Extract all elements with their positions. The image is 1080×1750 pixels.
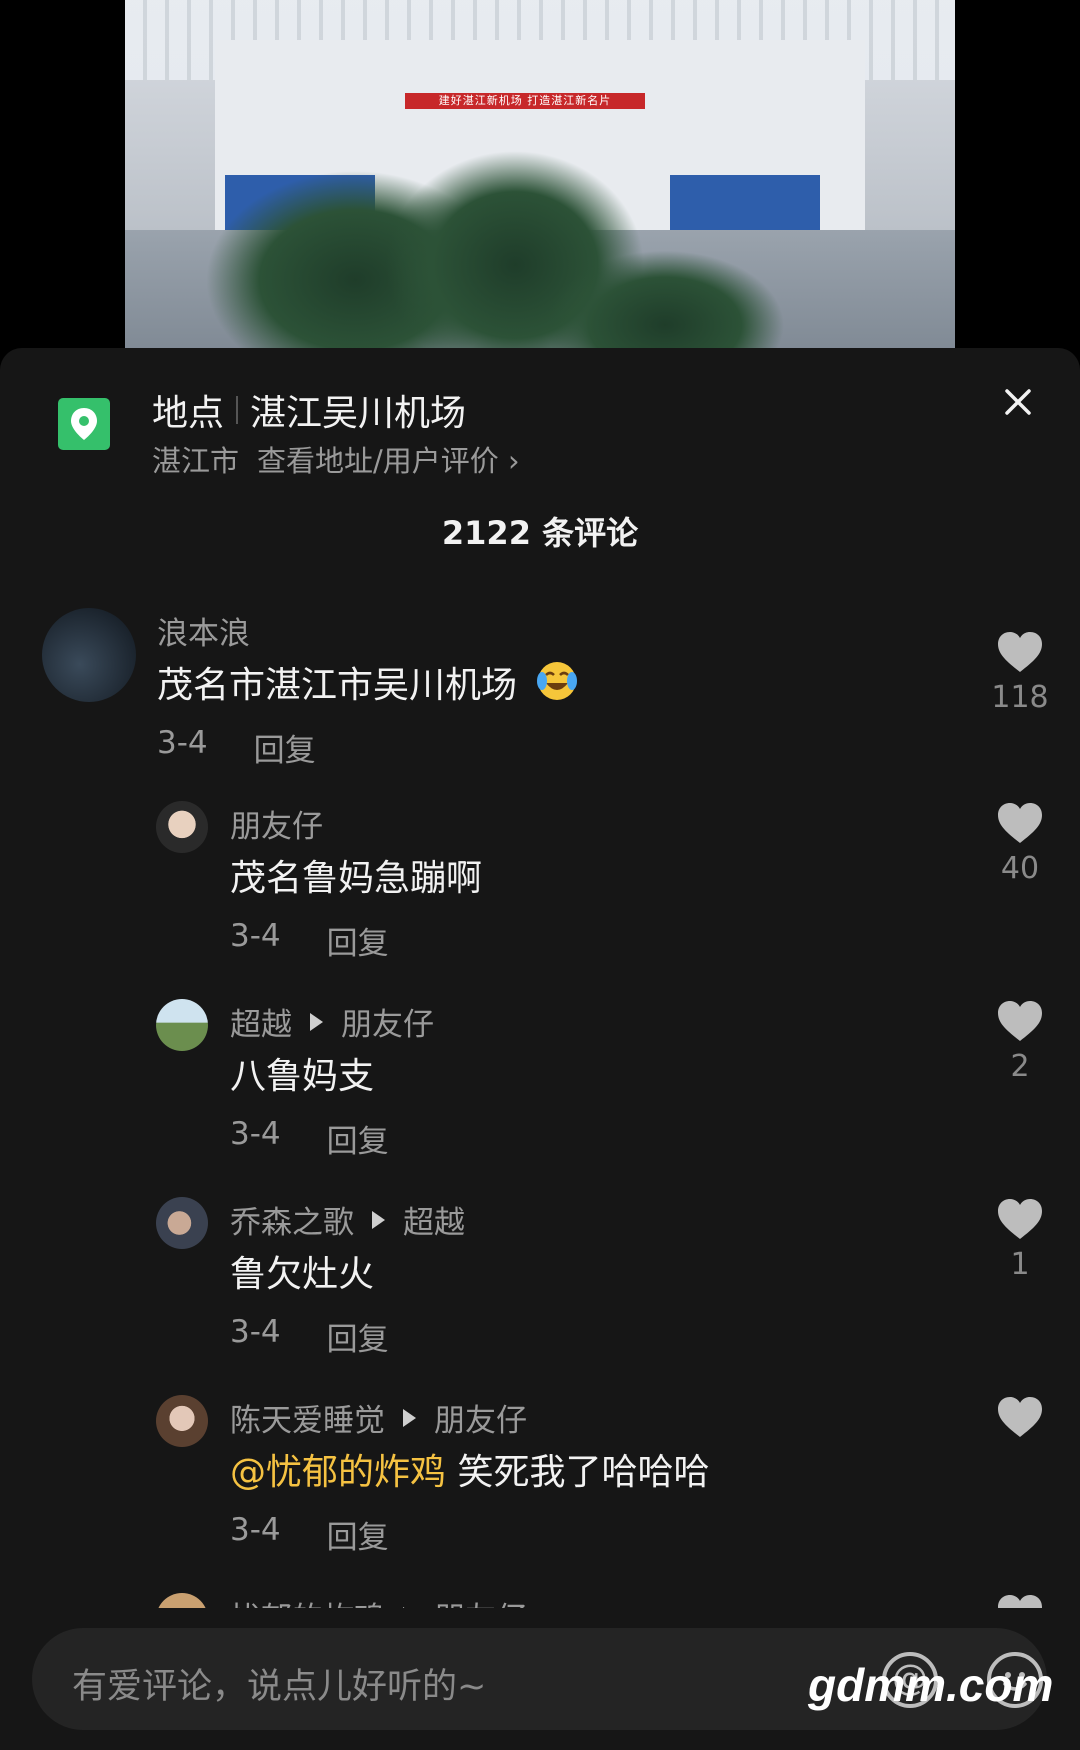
avatar[interactable] — [156, 1197, 208, 1249]
like-count: 118 — [991, 680, 1049, 715]
comment-username[interactable]: 朋友仔 — [230, 801, 323, 846]
avatar[interactable] — [156, 999, 208, 1051]
comment-meta: 3-4 回复 — [230, 918, 389, 963]
heart-icon — [998, 1397, 1042, 1437]
location-subtitle: 湛江市 查看地址/用户评价 › — [152, 438, 520, 480]
mention-link[interactable]: @忧郁的炸鸡 — [230, 1452, 446, 1493]
like-button[interactable]: 1 — [990, 1197, 1050, 1282]
reply-target[interactable]: 超越 — [403, 1197, 465, 1242]
reply-arrow-icon — [310, 1012, 323, 1031]
location-label: 地点 — [152, 393, 225, 434]
crying-laughing-emoji-icon — [534, 659, 580, 712]
avatar[interactable] — [156, 801, 208, 853]
comment-username: 超越 朋友仔 — [230, 999, 434, 1044]
like-button[interactable] — [990, 1395, 1050, 1443]
heart-icon — [998, 803, 1042, 843]
avatar[interactable] — [156, 1395, 208, 1447]
reply-arrow-icon — [372, 1210, 385, 1229]
comment-date: 3-4 — [157, 725, 208, 761]
title-divider — [236, 396, 239, 424]
close-icon[interactable] — [1000, 384, 1036, 420]
heart-icon — [998, 1199, 1042, 1239]
reply-target[interactable]: 朋友仔 — [434, 1395, 527, 1440]
video-thumbnail[interactable]: 建好湛江新机场 打造湛江新名片 — [125, 0, 955, 360]
reply-target[interactable]: 朋友仔 — [341, 999, 434, 1044]
reply-author[interactable]: 乔森之歌 — [230, 1197, 354, 1242]
like-button[interactable]: 2 — [990, 999, 1050, 1084]
heart-icon — [998, 632, 1042, 672]
comment-date: 3-4 — [230, 1512, 281, 1548]
comment-username: 乔森之歌 超越 — [230, 1197, 465, 1242]
comment-placeholder: 有爱评论，说点儿好听的~ — [72, 1667, 487, 1707]
like-count: 2 — [1010, 1049, 1030, 1084]
reply-author[interactable]: 陈天爱睡觉 — [230, 1395, 385, 1440]
reply-button[interactable]: 回复 — [327, 1116, 389, 1161]
comment-date: 3-4 — [230, 1314, 281, 1350]
reply-arrow-icon — [403, 1408, 416, 1427]
comment-text: 八鲁妈支 — [230, 1056, 375, 1097]
comment-input-bar: 有爱评论，说点儿好听的~ @ gdmm.com — [0, 1608, 1080, 1750]
reply-author[interactable]: 超越 — [230, 999, 292, 1044]
reply-button[interactable]: 回复 — [327, 1512, 389, 1557]
location-city: 湛江市 — [152, 444, 240, 478]
location-name: 湛江吴川机场 — [250, 393, 467, 434]
blue-stairs-right — [670, 175, 820, 230]
reply-button[interactable]: 回复 — [327, 1314, 389, 1359]
comment-username[interactable]: 浪本浪 — [157, 608, 250, 653]
comment-meta: 3-4 回复 — [157, 725, 316, 770]
location-details-link[interactable]: 查看地址/用户评价 › — [257, 438, 520, 480]
comment-text: @忧郁的炸鸡 笑死我了哈哈哈 — [230, 1452, 710, 1493]
heart-icon — [998, 1001, 1042, 1041]
comment-date: 3-4 — [230, 918, 281, 954]
like-count: 40 — [1000, 851, 1040, 886]
like-button[interactable]: 118 — [990, 630, 1050, 715]
comment-meta: 3-4 回复 — [230, 1116, 389, 1161]
location-pin-icon — [58, 398, 110, 450]
like-button[interactable]: 40 — [990, 801, 1050, 886]
comment-text: 茂名市湛江市吴川机场 — [157, 656, 580, 712]
like-count: 1 — [1010, 1247, 1030, 1282]
banner-text: 建好湛江新机场 打造湛江新名片 — [405, 93, 645, 109]
comment-meta: 3-4 回复 — [230, 1512, 389, 1557]
comments-count: 2122 条评论 — [441, 514, 639, 552]
location-title[interactable]: 地点 湛江吴川机场 — [152, 384, 466, 436]
site-watermark: gdmm.com — [808, 1659, 1054, 1711]
reply-button[interactable]: 回复 — [327, 918, 389, 963]
comment-username: 陈天爱睡觉 朋友仔 — [230, 1395, 527, 1440]
avatar[interactable] — [42, 608, 136, 702]
reply-button[interactable]: 回复 — [254, 725, 316, 770]
comment-meta: 3-4 回复 — [230, 1314, 389, 1359]
comments-sheet: 地点 湛江吴川机场 湛江市 查看地址/用户评价 › 2122 条评论 浪本浪 茂… — [0, 348, 1080, 1750]
comment-text: 茂名鲁妈急蹦啊 — [230, 858, 483, 899]
comment-text: 鲁欠灶火 — [230, 1254, 375, 1295]
comment-date: 3-4 — [230, 1116, 281, 1152]
